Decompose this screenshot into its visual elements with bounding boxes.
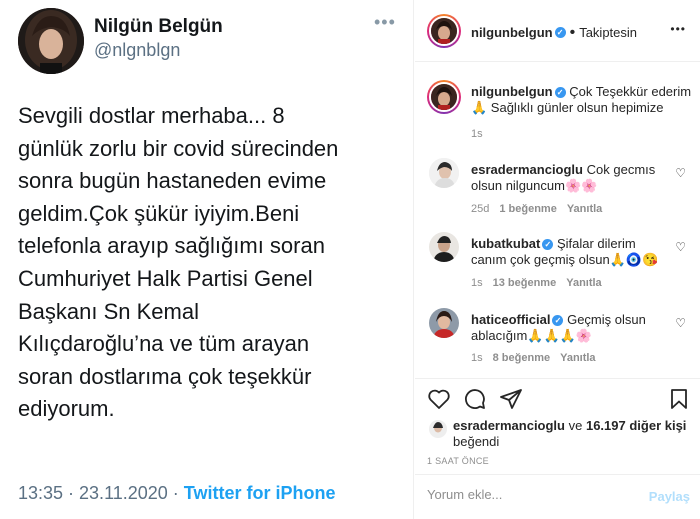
tweet-meta: 13:35 · 23.11.2020 · Twitter for iPhone	[18, 483, 335, 504]
comment-likes[interactable]: 13 beğenme	[493, 277, 557, 289]
verified-badge-icon: ✓	[554, 27, 566, 39]
likes-connector: ve	[565, 418, 586, 433]
comment-likes[interactable]: 8 beğenme	[493, 352, 550, 364]
tweet-more-icon: •••	[374, 12, 396, 32]
comment-meta: 25d 1 beğenme Yanıtla	[471, 203, 602, 215]
follow-status[interactable]: Takiptesin	[579, 25, 637, 40]
comment-time: 25d	[471, 203, 490, 215]
comment-like-heart-icon[interactable]: ♡	[675, 240, 686, 254]
tweet-source: Twitter for iPhone	[183, 483, 336, 503]
likes-summary: esradermancioglu ve 16.197 diğer kişi be…	[427, 418, 697, 450]
comment-likes[interactable]: 1 beğenme	[499, 203, 556, 215]
reply-button[interactable]: Yanıtla	[560, 352, 595, 364]
comment-like-heart-icon[interactable]: ♡	[675, 166, 686, 180]
comment-meta: 1s 13 beğenme Yanıtla	[471, 277, 602, 289]
comment-username[interactable]: haticeofficial	[471, 312, 550, 327]
tweet-author-handle: @nlgnblgn	[94, 40, 181, 60]
header-avatar[interactable]	[429, 16, 459, 46]
tweet-line: Sevgili dostlar merhaba... 8	[18, 103, 285, 128]
reply-button[interactable]: Yanıtla	[566, 277, 601, 289]
post-time: 1 SAAT ÖNCE	[427, 456, 489, 466]
reply-button[interactable]: Yanıtla	[567, 203, 602, 215]
heart-icon[interactable]	[427, 387, 451, 416]
comment-text: esradermancioglu Cok gecmıs olsun nilgun…	[471, 162, 666, 194]
post-actions	[415, 378, 700, 418]
comment-input[interactable]	[427, 487, 627, 502]
tweet-line: soran dostlarıma çok teşekkür	[18, 363, 312, 389]
comment-item: kubatkubat ✓ Şifalar dilerim canım çok ge…	[415, 226, 700, 296]
comment-time: 1s	[471, 277, 483, 289]
save-icon[interactable]	[667, 387, 691, 416]
comment-meta: 1s 8 beğenme Yanıtla	[471, 352, 596, 364]
post-caption: nilgunbelgun ✓ Çok Teşekkür ederim 🙏 Sağl…	[415, 62, 700, 152]
caption-avatar[interactable]	[429, 82, 459, 112]
comment-username[interactable]: esradermancioglu	[471, 162, 583, 177]
comment-item: esradermancioglu Cok gecmıs olsun nilgun…	[415, 152, 700, 222]
tweet-line: geldim.Çok şükür iyiyim.Beni	[18, 200, 300, 226]
separator: •	[569, 24, 576, 41]
share-icon[interactable]	[499, 387, 523, 416]
likes-suffix: beğendi	[453, 434, 500, 449]
tweet-line: sonra bugün hastaneden evime	[18, 168, 327, 194]
tweet-line: telefonla arayıp sağlığımı soran	[18, 233, 325, 259]
add-comment-bar: Paylaş	[415, 474, 700, 519]
post-header: nilgunbelgun ✓ • Takiptesin •••	[415, 0, 700, 62]
tweet-author-name: Nilgün Belgün	[94, 16, 223, 37]
tweet-line: Cumhuriyet Halk Partisi Genel	[18, 265, 313, 291]
tweet-line: günlük zorlu bir covid sürecinden	[18, 135, 339, 161]
verified-badge-icon: ✓	[552, 315, 564, 327]
caption-time: 1s	[471, 128, 483, 140]
tweet-screenshot: Nilgün Belgün @nlgnblgn ••• Sevgili dost…	[0, 0, 414, 519]
comment-avatar[interactable]	[429, 158, 459, 188]
comment-text: kubatkubat ✓ Şifalar dilerim canım çok ge…	[471, 236, 666, 268]
comment-avatar[interactable]	[429, 232, 459, 262]
more-options-icon[interactable]: •••	[670, 22, 686, 36]
post-comment-button[interactable]: Paylaş	[649, 489, 690, 504]
header-username[interactable]: nilgunbelgun	[471, 25, 553, 40]
tweet-line: Başkanı Sn Kemal	[18, 298, 199, 324]
tweet-line: Kılıçdaroğlu’na ve tüm arayan	[18, 331, 310, 357]
caption-username[interactable]: nilgunbelgun	[471, 84, 553, 99]
header-user-row: nilgunbelgun ✓ • Takiptesin	[471, 24, 637, 42]
comment-avatar[interactable]	[429, 308, 459, 338]
liked-by-user[interactable]: esradermancioglu	[453, 418, 565, 433]
comment-username[interactable]: kubatkubat	[471, 236, 540, 251]
comment-icon[interactable]	[463, 387, 487, 416]
tweet-line: ediyorum.	[18, 396, 115, 422]
verified-badge-icon: ✓	[542, 239, 554, 251]
comment-text: haticeofficial ✓ Geçmiş olsun ablacığım🙏🙏…	[471, 312, 666, 344]
caption-text: nilgunbelgun ✓ Çok Teşekkür ederim 🙏 Sağl…	[471, 84, 693, 116]
tweet-avatar	[18, 8, 84, 74]
comment-item: haticeofficial ✓ Geçmiş olsun ablacığım🙏🙏…	[415, 302, 700, 372]
comment-like-heart-icon[interactable]: ♡	[675, 316, 686, 330]
comment-time: 1s	[471, 352, 483, 364]
tweet-timestamp: 13:35 · 23.11.2020 ·	[18, 483, 184, 503]
instagram-post-panel: nilgunbelgun ✓ • Takiptesin ••• nilgunbelgu…	[415, 0, 700, 519]
tweet-text: Sevgili dostlar merhaba... 8 günlük zorl…	[18, 100, 404, 426]
likes-count[interactable]: 16.197 diğer kişi	[586, 418, 686, 433]
verified-badge-icon: ✓	[554, 87, 566, 99]
